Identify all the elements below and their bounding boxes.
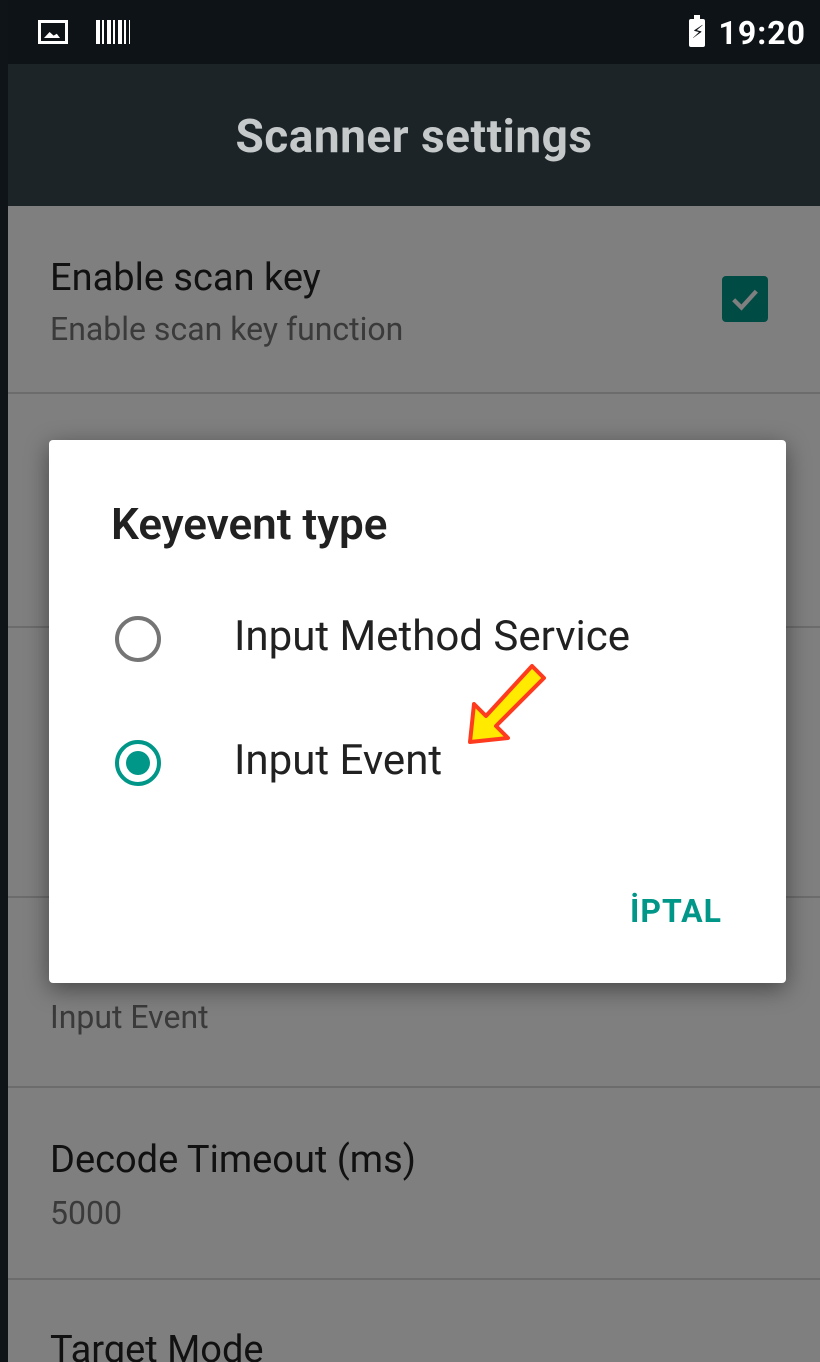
app-bar: Scanner settings (8, 64, 820, 206)
page-title: Scanner settings (235, 110, 593, 164)
option-input-method-service[interactable]: Input Method Service (49, 584, 786, 694)
option-label: Input Method Service (234, 612, 631, 661)
cancel-button[interactable]: İPTAL (630, 892, 722, 930)
radio-button-selected[interactable] (115, 740, 161, 786)
keyevent-type-dialog: Keyevent type Input Method Service Input… (49, 440, 786, 983)
status-time: 19:20 (718, 14, 806, 52)
barcode-notification-icon (96, 20, 130, 44)
dialog-title: Keyevent type (111, 498, 388, 550)
option-input-event[interactable]: Input Event (49, 708, 786, 818)
image-notification-icon (38, 20, 68, 44)
battery-charging-icon: ⚡ (688, 15, 705, 47)
radio-button[interactable] (115, 616, 161, 662)
option-label: Input Event (234, 736, 443, 785)
annotation-arrow-icon (468, 664, 546, 744)
status-bar: ⚡ 19:20 (8, 0, 820, 64)
screen: ⚡ 19:20 Scanner settings Enable scan key… (0, 0, 820, 1362)
